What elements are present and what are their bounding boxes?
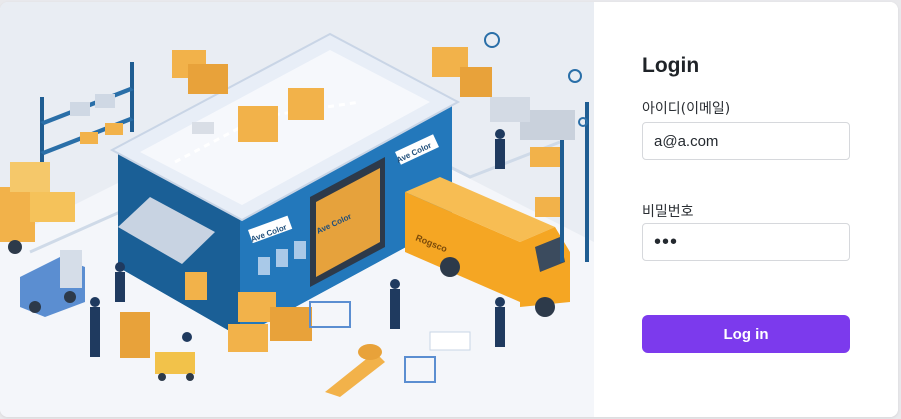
login-card: Ave Color Ave Color Ave Color Rogsco Log… (0, 2, 898, 417)
warehouse-scene: Ave Color Ave Color Ave Color Rogsco (0, 2, 594, 417)
email-input[interactable] (642, 122, 850, 160)
password-label: 비밀번호 (642, 204, 694, 220)
login-panel: Login 아이디(이메일) 비밀번호 Log in (594, 2, 898, 417)
login-title: Login (642, 54, 700, 77)
password-input[interactable] (642, 223, 850, 261)
warehouse-illustration: Ave Color Ave Color Ave Color Rogsco (0, 2, 594, 417)
login-button[interactable]: Log in (642, 315, 850, 353)
email-label: 아이디(이메일) (642, 101, 731, 117)
